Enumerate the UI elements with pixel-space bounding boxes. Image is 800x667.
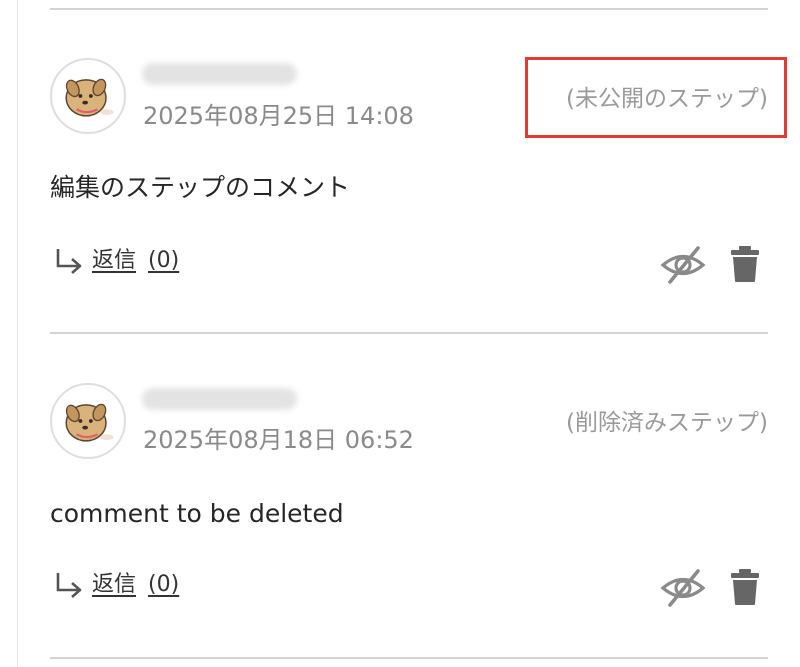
eye-slash-icon[interactable] <box>660 568 706 608</box>
timestamp: 2025年08月25日 14:08 <box>143 102 414 130</box>
reply-count[interactable]: (0) <box>148 571 179 599</box>
eye-slash-icon[interactable] <box>660 245 706 285</box>
comment-body: comment to be deleted <box>50 499 344 528</box>
reply-label[interactable]: 返信 <box>92 247 136 275</box>
content-left-border <box>17 0 18 667</box>
divider <box>50 657 768 659</box>
timestamp: 2025年08月18日 06:52 <box>143 426 414 454</box>
reply-count[interactable]: (0) <box>148 247 179 275</box>
reply-label[interactable]: 返信 <box>92 571 136 599</box>
divider <box>50 332 768 334</box>
reply-arrow-icon <box>56 573 82 598</box>
avatar[interactable] <box>50 383 126 459</box>
step-status: (削除済みステップ) <box>566 410 768 436</box>
avatar[interactable] <box>50 58 126 134</box>
username-blurred <box>142 388 297 410</box>
highlight-box <box>525 57 787 138</box>
divider <box>50 8 768 10</box>
trash-icon[interactable] <box>730 245 760 283</box>
dog-avatar-icon <box>65 403 114 442</box>
dog-avatar-icon <box>65 78 114 117</box>
trash-icon[interactable] <box>730 568 760 606</box>
reply-arrow-icon <box>56 249 82 274</box>
reply-link[interactable]: 返信 (0) <box>52 570 179 600</box>
comment-body: 編集のステップのコメント <box>50 173 351 202</box>
reply-link[interactable]: 返信 (0) <box>52 246 179 276</box>
username-blurred <box>142 63 297 85</box>
